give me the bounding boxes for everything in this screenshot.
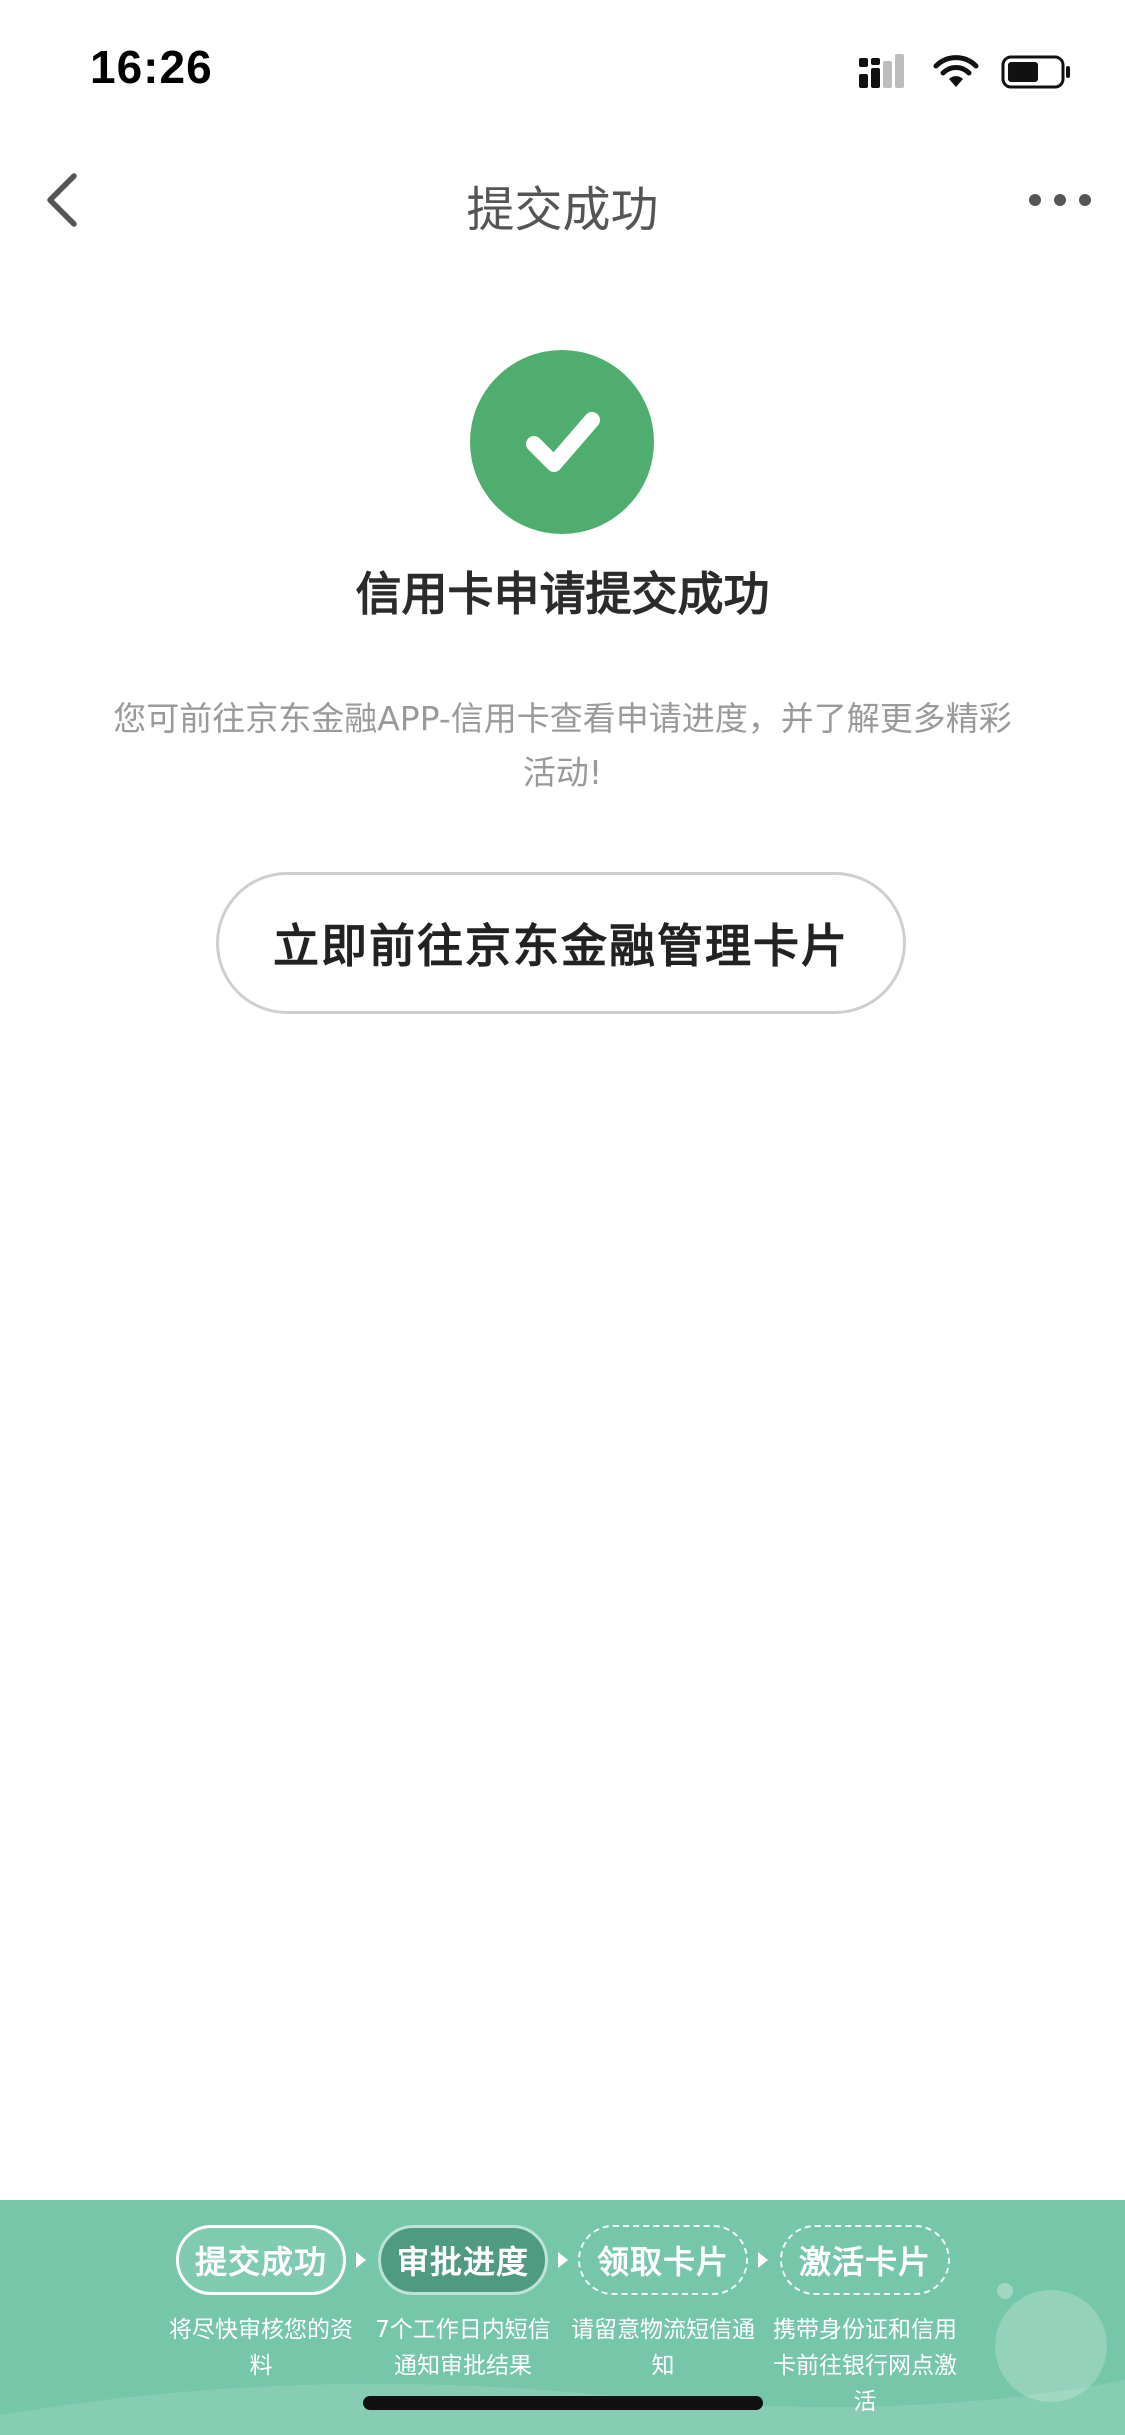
nav-bar: 提交成功 <box>0 140 1125 260</box>
checkmark-icon <box>526 412 600 472</box>
more-button[interactable] <box>1025 170 1095 230</box>
status-time: 16:26 <box>90 41 213 93</box>
more-dots-icon <box>1029 194 1091 206</box>
step-pill-activate: 激活卡片 <box>780 2225 950 2295</box>
step-desc-receive: 请留意物流短信通知 <box>571 2317 755 2379</box>
decor-dot <box>997 2283 1013 2299</box>
step-arrow-icon <box>758 2252 768 2268</box>
home-indicator[interactable] <box>363 2396 763 2410</box>
checkmark-circle-icon <box>470 350 654 534</box>
step-pill-receive: 领取卡片 <box>578 2225 748 2295</box>
step-pill-approval: 审批进度 <box>378 2225 548 2295</box>
status-icons <box>859 50 1073 94</box>
step-desc-submitted: 将尽快审核您的资料 <box>169 2317 353 2379</box>
decor-circle <box>995 2290 1107 2402</box>
status-bar: 16:26 <box>0 0 1125 130</box>
step-desc-activate: 携带身份证和信用卡前往银行网点激活 <box>773 2317 957 2415</box>
step-pill-submitted: 提交成功 <box>176 2225 346 2295</box>
signal-icon <box>859 54 904 88</box>
success-title: 信用卡申请提交成功 <box>355 567 770 621</box>
manage-card-button[interactable]: 立即前往京东金融管理卡片 <box>216 872 906 1014</box>
step-arrow-icon <box>356 2252 366 2268</box>
battery-icon <box>1001 55 1070 89</box>
success-description: 您可前往京东金融APP-信用卡查看申请进度，并了解更多精彩活动! <box>113 699 1012 792</box>
step-desc-approval: 7个工作日内短信通知审批结果 <box>375 2317 551 2379</box>
screen: 16:26 提交成功 信用卡申请提交成功 您可前往京东金融APP-信用卡查看申请… <box>0 0 1125 2435</box>
wifi-icon <box>933 55 979 87</box>
page-title: 提交成功 <box>466 182 659 238</box>
step-arrow-icon <box>558 2252 568 2268</box>
